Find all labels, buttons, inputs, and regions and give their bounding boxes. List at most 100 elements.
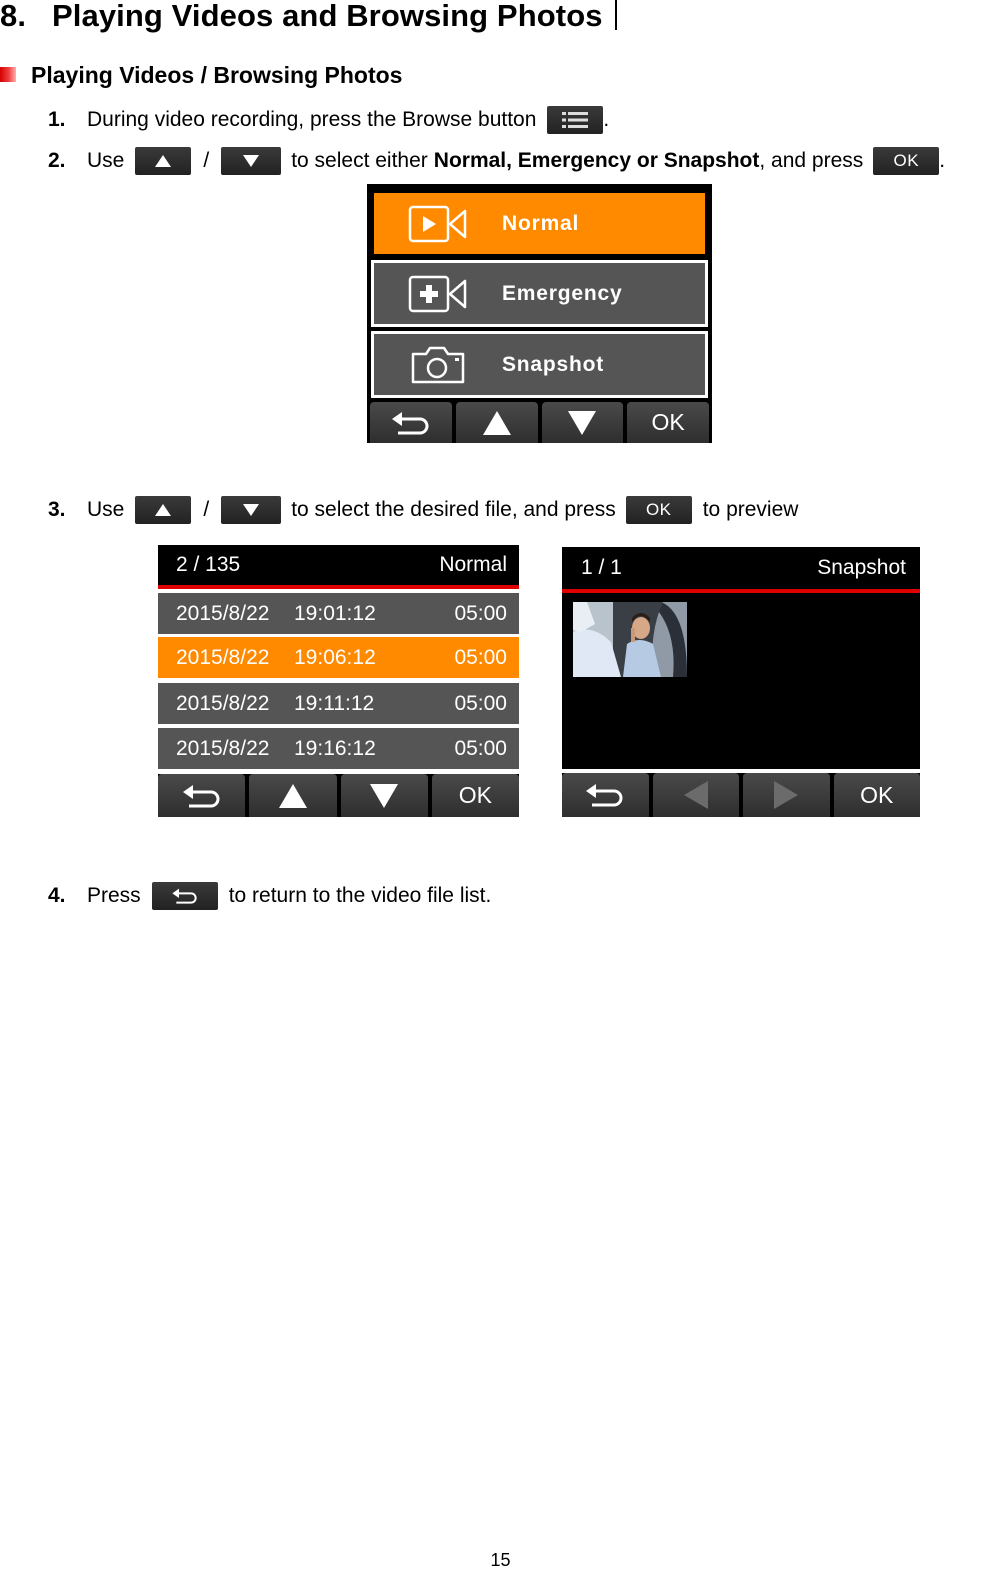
mode-item-normal: Normal — [371, 190, 708, 257]
file-row: 2015/8/22 19:11:12 05:00 — [158, 683, 519, 724]
snapshot-counter: 1 / 1 — [581, 556, 622, 579]
file-list-header: 2 / 135 Normal — [158, 545, 519, 589]
file-date: 2015/8/22 — [176, 736, 270, 760]
file-date: 2015/8/22 — [176, 645, 270, 669]
back-button — [370, 402, 452, 443]
step-2: 2. Use / to select either Normal, Emerge… — [48, 147, 945, 175]
file-row-selected: 2015/8/22 19:06:12 05:00 — [158, 637, 519, 678]
file-duration: 05:00 — [454, 645, 507, 669]
right-arrow-icon — [774, 781, 799, 809]
step-text: Press — [87, 884, 141, 907]
step-text: During video recording, press the Browse… — [87, 108, 537, 131]
file-duration: 05:00 — [454, 601, 507, 625]
ok-label: OK — [860, 781, 894, 808]
list-icon — [562, 112, 589, 128]
subsection-title: Playing Videos / Browsing Photos — [31, 62, 403, 88]
step-text-end: . — [939, 149, 946, 172]
file-duration: 05:00 — [454, 736, 507, 760]
mode-menu-button-bar: OK — [370, 402, 709, 443]
step-text: Use — [87, 498, 125, 521]
ok-label: OK — [645, 500, 672, 519]
step-text: to preview — [702, 498, 799, 521]
file-category: Normal — [439, 553, 507, 576]
snapshot-category: Snapshot — [817, 556, 906, 579]
up-arrow-icon — [278, 783, 307, 808]
browse-button — [547, 106, 604, 134]
snapshot-header: 1 / 1 Snapshot — [562, 547, 920, 593]
file-list-button-bar: OK — [158, 774, 519, 817]
ok-button: OK — [873, 147, 940, 175]
section-title: Playing Videos and Browsing Photos — [52, 0, 603, 33]
file-duration: 05:00 — [454, 691, 507, 715]
video-play-icon — [408, 205, 467, 242]
ok-button: OK — [625, 496, 692, 524]
previous-button — [652, 773, 739, 817]
ok-label: OK — [893, 151, 920, 170]
step-text-end: . — [603, 108, 610, 131]
back-icon — [391, 411, 429, 434]
back-icon — [586, 784, 623, 807]
back-icon — [182, 784, 220, 807]
down-button — [221, 496, 282, 524]
mode-label: Emergency — [502, 281, 623, 305]
step-3: 3. Use / to select the desired file, and… — [48, 496, 798, 524]
up-arrow-icon — [155, 155, 172, 167]
ok-label: OK — [651, 409, 685, 435]
mode-item-emergency: Emergency — [371, 260, 708, 327]
up-button — [249, 774, 337, 817]
file-row: 2015/8/22 19:16:12 05:00 — [158, 728, 519, 769]
snapshot-button-bar: OK — [562, 773, 920, 817]
camera-icon — [411, 346, 465, 383]
file-row: 2015/8/22 19:01:12 05:00 — [158, 593, 519, 634]
step-text: to select the desired file, and press — [291, 498, 616, 521]
next-button — [743, 773, 830, 817]
file-time: 19:16:12 — [294, 736, 376, 760]
file-date: 2015/8/22 — [176, 601, 270, 625]
file-list-screen: 2 / 135 Normal 2015/8/22 19:01:12 05:00 … — [158, 545, 519, 817]
step-number: 1. — [48, 108, 66, 131]
file-time: 19:01:12 — [294, 601, 376, 625]
back-button — [562, 773, 649, 817]
file-time: 19:06:12 — [294, 645, 376, 669]
up-button — [455, 402, 538, 443]
file-counter: 2 / 135 — [176, 553, 241, 576]
snapshot-view-body: 1 / 1 Snapshot — [562, 547, 920, 769]
step-text: , and press — [759, 149, 864, 172]
heading-bar — [614, 0, 617, 30]
ok-button: OK — [833, 773, 920, 817]
page-number: 15 — [490, 1550, 511, 1570]
step-options: Normal, Emergency or Snapshot — [433, 149, 760, 172]
down-arrow-icon — [370, 783, 399, 808]
snapshot-thumbnail — [573, 602, 687, 677]
down-button — [221, 147, 282, 175]
mode-label: Normal — [502, 211, 580, 235]
step-text: Use — [87, 149, 125, 172]
up-arrow-icon — [482, 410, 511, 435]
photo-thumbnail-icon — [573, 602, 687, 677]
back-button — [151, 882, 218, 910]
section-heading: 8. Playing Videos and Browsing Photos — [0, 0, 617, 34]
down-button — [541, 402, 624, 443]
square-bullet-icon — [0, 67, 16, 82]
mode-menu-screen: Normal Emergency Snapshot OK — [367, 184, 712, 443]
step-4: 4. Press to return to the video file lis… — [48, 882, 491, 910]
video-emergency-icon — [408, 275, 467, 312]
step-number: 3. — [48, 498, 66, 521]
step-text: to return to the video file list. — [228, 884, 492, 907]
left-arrow-icon — [683, 781, 708, 809]
step-text: to select either — [291, 149, 428, 172]
snapshot-view-screen: 1 / 1 Snapshot OK — [562, 547, 920, 817]
step-1: 1. During video recording, press the Bro… — [48, 106, 609, 134]
file-time: 19:11:12 — [294, 691, 375, 715]
down-arrow-icon — [568, 410, 597, 435]
step-number: 4. — [48, 884, 66, 907]
up-arrow-icon — [155, 504, 172, 516]
down-arrow-icon — [243, 155, 260, 167]
back-button — [158, 774, 246, 817]
mode-label: Snapshot — [502, 352, 605, 376]
down-arrow-icon — [243, 504, 260, 516]
down-button — [340, 774, 428, 817]
ok-label: OK — [458, 782, 492, 808]
step-number: 2. — [48, 149, 66, 172]
separator: / — [203, 498, 210, 521]
